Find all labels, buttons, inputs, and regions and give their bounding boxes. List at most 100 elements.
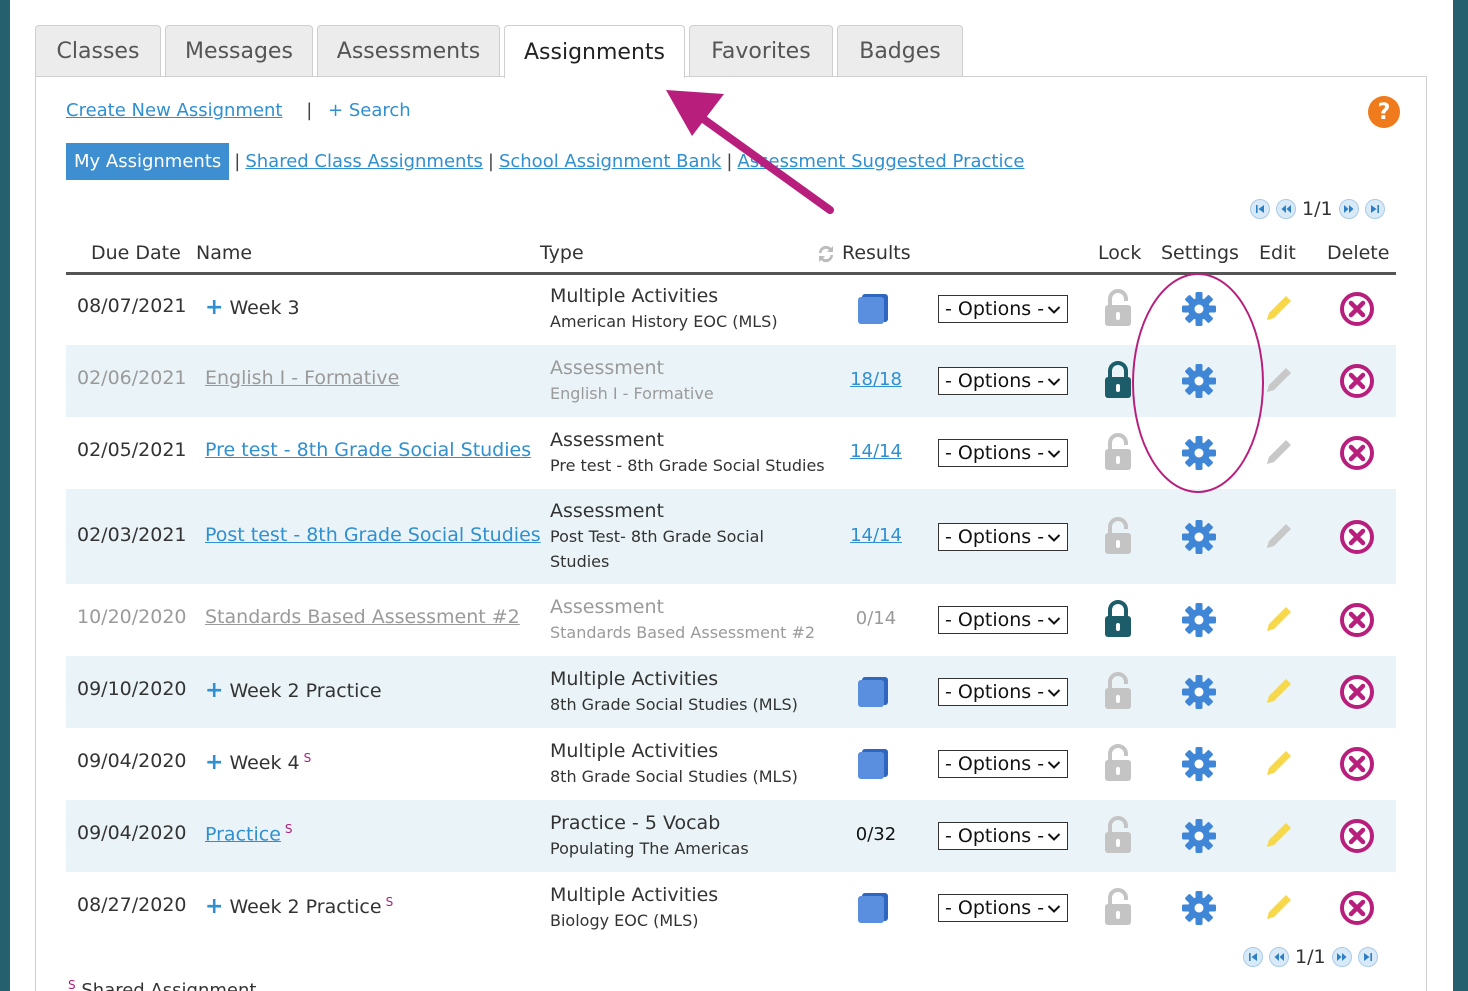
lock-open-icon[interactable] — [1102, 516, 1134, 559]
options-select[interactable]: - Options - — [938, 894, 1068, 922]
gear-icon[interactable] — [1181, 818, 1217, 858]
pencil-icon[interactable] — [1260, 818, 1296, 858]
pencil-icon[interactable] — [1260, 602, 1296, 642]
assignment-name-cell: Post test - 8th Grade Social Studies — [205, 524, 541, 546]
header-type[interactable]: Type — [540, 242, 584, 264]
gear-icon[interactable] — [1181, 890, 1217, 930]
tab-classes[interactable]: Classes — [35, 25, 161, 76]
book-icon[interactable] — [856, 892, 890, 928]
tab-badges[interactable]: Badges — [837, 25, 963, 76]
lock-open-icon[interactable] — [1102, 888, 1134, 930]
delete-icon[interactable] — [1339, 519, 1375, 559]
gear-icon[interactable] — [1181, 519, 1217, 559]
tab-favorites[interactable]: Favorites — [689, 25, 833, 76]
assignment-type-cell: Multiple Activities 8th Grade Social Stud… — [550, 739, 830, 789]
gear-icon[interactable] — [1181, 674, 1217, 714]
subnav-my-assignments[interactable]: My Assignments — [66, 143, 230, 180]
delete-icon[interactable] — [1339, 818, 1375, 858]
table-header: Due Date Name Type Results Lock Settings… — [66, 240, 1396, 275]
assignment-name-cell: English I - Formative — [205, 367, 399, 389]
book-icon[interactable] — [856, 748, 890, 784]
lock-closed-icon[interactable] — [1102, 361, 1134, 403]
chevron-down-icon — [1047, 681, 1061, 703]
last-page-icon[interactable] — [1364, 199, 1385, 219]
assignment-name-link[interactable]: Practice — [205, 823, 281, 845]
expand-plus-icon[interactable]: + — [205, 894, 223, 919]
delete-icon[interactable] — [1339, 746, 1375, 786]
expand-plus-icon[interactable]: + — [205, 295, 223, 320]
lock-closed-icon[interactable] — [1102, 600, 1134, 642]
assignment-name-cell: Standards Based Assessment #2 — [205, 606, 520, 628]
assignment-name-link[interactable]: English I - Formative — [205, 367, 399, 389]
delete-icon[interactable] — [1339, 602, 1375, 642]
lock-open-icon[interactable] — [1102, 433, 1134, 475]
book-icon[interactable] — [856, 293, 890, 329]
lock-open-icon[interactable] — [1102, 672, 1134, 714]
assignment-name: Week 2 Practice — [229, 896, 382, 918]
pencil-icon[interactable] — [1260, 291, 1296, 331]
first-page-icon[interactable] — [1250, 199, 1270, 219]
header-due-date[interactable]: Due Date — [91, 242, 181, 264]
due-date: 02/06/2021 — [77, 367, 187, 389]
header-settings: Settings — [1161, 242, 1239, 264]
expand-plus-icon[interactable]: + — [205, 678, 223, 703]
lock-open-icon[interactable] — [1102, 816, 1134, 858]
delete-icon[interactable] — [1339, 674, 1375, 714]
options-select[interactable]: - Options - — [938, 750, 1068, 778]
options-select-value: - Options - — [945, 753, 1045, 775]
results-link[interactable]: 14/14 — [836, 525, 916, 546]
options-select[interactable]: - Options - — [938, 439, 1068, 467]
next-page-icon[interactable] — [1338, 199, 1359, 219]
assignment-name: Week 4 — [229, 752, 300, 774]
previous-page-icon[interactable] — [1269, 947, 1289, 967]
assignment-type-cell: Assessment Pre test - 8th Grade Social St… — [550, 428, 830, 478]
create-new-assignment-link[interactable]: Create New Assignment — [66, 100, 283, 121]
gear-icon[interactable] — [1181, 746, 1217, 786]
lock-open-icon[interactable] — [1102, 744, 1134, 786]
chevron-down-icon — [1047, 442, 1061, 464]
options-select[interactable]: - Options - — [938, 367, 1068, 395]
assignment-name-link[interactable]: Pre test - 8th Grade Social Studies — [205, 439, 531, 461]
last-page-icon[interactable] — [1357, 947, 1378, 967]
expand-plus-icon[interactable]: + — [205, 750, 223, 775]
page-indicator: 1/1 — [1302, 198, 1333, 220]
options-select[interactable]: - Options - — [938, 522, 1068, 551]
pencil-icon[interactable] — [1260, 674, 1296, 714]
assignment-actions: Create New Assignment | + Search — [66, 100, 411, 121]
assignment-type-cell: Multiple Activities 8th Grade Social Stud… — [550, 667, 830, 717]
options-select[interactable]: - Options - — [938, 678, 1068, 706]
header-name[interactable]: Name — [196, 242, 252, 264]
pencil-icon[interactable] — [1260, 890, 1296, 930]
previous-page-icon[interactable] — [1276, 199, 1296, 219]
assignment-type: Multiple Activities — [550, 668, 719, 690]
help-icon[interactable]: ? — [1368, 96, 1400, 128]
options-select[interactable]: - Options - — [938, 822, 1068, 850]
delete-icon[interactable] — [1339, 435, 1375, 475]
tab-messages[interactable]: Messages — [165, 25, 313, 76]
search-toggle-link[interactable]: + Search — [328, 100, 411, 121]
tab-assessments[interactable]: Assessments — [317, 25, 500, 76]
book-icon[interactable] — [856, 676, 890, 712]
assignment-name-link[interactable]: Standards Based Assessment #2 — [205, 606, 520, 628]
next-page-icon[interactable] — [1331, 947, 1352, 967]
page-indicator: 1/1 — [1295, 946, 1326, 968]
due-date: 08/07/2021 — [77, 295, 187, 317]
first-page-icon[interactable] — [1243, 947, 1263, 967]
assignment-name: Week 2 Practice — [229, 680, 382, 702]
options-select-value: - Options - — [945, 525, 1045, 548]
options-select[interactable]: - Options - — [938, 606, 1068, 634]
results-link[interactable]: 14/14 — [836, 441, 916, 462]
delete-icon[interactable] — [1339, 291, 1375, 331]
gear-icon[interactable] — [1181, 602, 1217, 642]
delete-icon[interactable] — [1339, 890, 1375, 930]
delete-icon[interactable] — [1339, 363, 1375, 403]
options-select[interactable]: - Options - — [938, 295, 1068, 323]
pencil-icon[interactable] — [1260, 746, 1296, 786]
subnav-shared-class-assignments[interactable]: Shared Class Assignments — [245, 151, 483, 172]
assignment-subtype: American History EOC (MLS) — [550, 312, 778, 331]
refresh-icon[interactable] — [816, 243, 836, 270]
tab-assignments[interactable]: Assignments — [504, 25, 685, 78]
results-link[interactable]: 18/18 — [836, 369, 916, 390]
assignment-name-link[interactable]: Post test - 8th Grade Social Studies — [205, 524, 541, 546]
lock-open-icon[interactable] — [1102, 289, 1134, 331]
